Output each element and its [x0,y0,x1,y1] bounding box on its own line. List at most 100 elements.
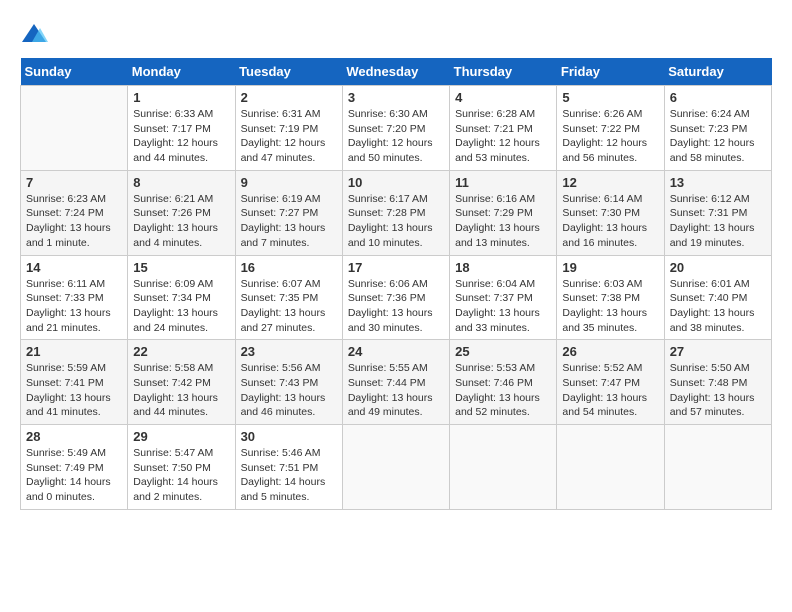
day-number: 6 [670,90,766,105]
calendar-week-row: 21 Sunrise: 5:59 AM Sunset: 7:41 PM Dayl… [21,340,772,425]
calendar-cell: 16 Sunrise: 6:07 AM Sunset: 7:35 PM Dayl… [235,255,342,340]
day-number: 22 [133,344,229,359]
cell-content: Sunrise: 5:56 AM Sunset: 7:43 PM Dayligh… [241,361,337,420]
day-header-tuesday: Tuesday [235,58,342,86]
cell-content: Sunrise: 6:03 AM Sunset: 7:38 PM Dayligh… [562,277,658,336]
cell-content: Sunrise: 5:59 AM Sunset: 7:41 PM Dayligh… [26,361,122,420]
day-number: 19 [562,260,658,275]
cell-content: Sunrise: 6:23 AM Sunset: 7:24 PM Dayligh… [26,192,122,251]
day-header-sunday: Sunday [21,58,128,86]
calendar-cell: 12 Sunrise: 6:14 AM Sunset: 7:30 PM Dayl… [557,170,664,255]
day-number: 10 [348,175,444,190]
calendar-cell: 30 Sunrise: 5:46 AM Sunset: 7:51 PM Dayl… [235,425,342,510]
calendar-week-row: 28 Sunrise: 5:49 AM Sunset: 7:49 PM Dayl… [21,425,772,510]
cell-content: Sunrise: 5:47 AM Sunset: 7:50 PM Dayligh… [133,446,229,505]
day-header-thursday: Thursday [450,58,557,86]
calendar-cell: 13 Sunrise: 6:12 AM Sunset: 7:31 PM Dayl… [664,170,771,255]
calendar-week-row: 7 Sunrise: 6:23 AM Sunset: 7:24 PM Dayli… [21,170,772,255]
calendar-cell: 29 Sunrise: 5:47 AM Sunset: 7:50 PM Dayl… [128,425,235,510]
calendar-cell: 23 Sunrise: 5:56 AM Sunset: 7:43 PM Dayl… [235,340,342,425]
calendar-cell [21,86,128,171]
calendar-cell: 24 Sunrise: 5:55 AM Sunset: 7:44 PM Dayl… [342,340,449,425]
cell-content: Sunrise: 5:49 AM Sunset: 7:49 PM Dayligh… [26,446,122,505]
cell-content: Sunrise: 6:07 AM Sunset: 7:35 PM Dayligh… [241,277,337,336]
day-number: 5 [562,90,658,105]
cell-content: Sunrise: 6:11 AM Sunset: 7:33 PM Dayligh… [26,277,122,336]
calendar-cell: 9 Sunrise: 6:19 AM Sunset: 7:27 PM Dayli… [235,170,342,255]
day-number: 2 [241,90,337,105]
day-number: 21 [26,344,122,359]
day-number: 17 [348,260,444,275]
calendar-cell: 20 Sunrise: 6:01 AM Sunset: 7:40 PM Dayl… [664,255,771,340]
day-number: 20 [670,260,766,275]
day-number: 12 [562,175,658,190]
calendar-cell [342,425,449,510]
day-header-wednesday: Wednesday [342,58,449,86]
cell-content: Sunrise: 6:09 AM Sunset: 7:34 PM Dayligh… [133,277,229,336]
calendar-cell [664,425,771,510]
cell-content: Sunrise: 5:53 AM Sunset: 7:46 PM Dayligh… [455,361,551,420]
day-number: 1 [133,90,229,105]
day-header-saturday: Saturday [664,58,771,86]
day-number: 23 [241,344,337,359]
calendar-cell: 7 Sunrise: 6:23 AM Sunset: 7:24 PM Dayli… [21,170,128,255]
calendar-cell: 6 Sunrise: 6:24 AM Sunset: 7:23 PM Dayli… [664,86,771,171]
day-number: 11 [455,175,551,190]
calendar-cell: 27 Sunrise: 5:50 AM Sunset: 7:48 PM Dayl… [664,340,771,425]
calendar-cell: 2 Sunrise: 6:31 AM Sunset: 7:19 PM Dayli… [235,86,342,171]
logo [20,20,52,48]
calendar-cell: 1 Sunrise: 6:33 AM Sunset: 7:17 PM Dayli… [128,86,235,171]
cell-content: Sunrise: 6:19 AM Sunset: 7:27 PM Dayligh… [241,192,337,251]
page-header [20,20,772,48]
cell-content: Sunrise: 6:01 AM Sunset: 7:40 PM Dayligh… [670,277,766,336]
cell-content: Sunrise: 5:58 AM Sunset: 7:42 PM Dayligh… [133,361,229,420]
cell-content: Sunrise: 6:14 AM Sunset: 7:30 PM Dayligh… [562,192,658,251]
calendar-cell: 14 Sunrise: 6:11 AM Sunset: 7:33 PM Dayl… [21,255,128,340]
calendar-cell: 3 Sunrise: 6:30 AM Sunset: 7:20 PM Dayli… [342,86,449,171]
calendar-table: SundayMondayTuesdayWednesdayThursdayFrid… [20,58,772,510]
day-header-friday: Friday [557,58,664,86]
day-number: 26 [562,344,658,359]
calendar-cell: 11 Sunrise: 6:16 AM Sunset: 7:29 PM Dayl… [450,170,557,255]
cell-content: Sunrise: 5:55 AM Sunset: 7:44 PM Dayligh… [348,361,444,420]
day-number: 16 [241,260,337,275]
calendar-cell: 18 Sunrise: 6:04 AM Sunset: 7:37 PM Dayl… [450,255,557,340]
day-number: 9 [241,175,337,190]
cell-content: Sunrise: 6:06 AM Sunset: 7:36 PM Dayligh… [348,277,444,336]
calendar-header-row: SundayMondayTuesdayWednesdayThursdayFrid… [21,58,772,86]
day-number: 15 [133,260,229,275]
day-number: 13 [670,175,766,190]
calendar-week-row: 1 Sunrise: 6:33 AM Sunset: 7:17 PM Dayli… [21,86,772,171]
day-number: 4 [455,90,551,105]
calendar-cell: 4 Sunrise: 6:28 AM Sunset: 7:21 PM Dayli… [450,86,557,171]
calendar-cell: 19 Sunrise: 6:03 AM Sunset: 7:38 PM Dayl… [557,255,664,340]
calendar-cell: 17 Sunrise: 6:06 AM Sunset: 7:36 PM Dayl… [342,255,449,340]
cell-content: Sunrise: 5:52 AM Sunset: 7:47 PM Dayligh… [562,361,658,420]
calendar-cell: 26 Sunrise: 5:52 AM Sunset: 7:47 PM Dayl… [557,340,664,425]
day-number: 3 [348,90,444,105]
calendar-cell [450,425,557,510]
logo-icon [20,20,48,48]
calendar-cell: 21 Sunrise: 5:59 AM Sunset: 7:41 PM Dayl… [21,340,128,425]
cell-content: Sunrise: 6:26 AM Sunset: 7:22 PM Dayligh… [562,107,658,166]
cell-content: Sunrise: 6:04 AM Sunset: 7:37 PM Dayligh… [455,277,551,336]
day-number: 7 [26,175,122,190]
calendar-cell: 22 Sunrise: 5:58 AM Sunset: 7:42 PM Dayl… [128,340,235,425]
cell-content: Sunrise: 6:16 AM Sunset: 7:29 PM Dayligh… [455,192,551,251]
cell-content: Sunrise: 6:30 AM Sunset: 7:20 PM Dayligh… [348,107,444,166]
day-number: 24 [348,344,444,359]
day-number: 27 [670,344,766,359]
calendar-cell: 8 Sunrise: 6:21 AM Sunset: 7:26 PM Dayli… [128,170,235,255]
calendar-cell: 10 Sunrise: 6:17 AM Sunset: 7:28 PM Dayl… [342,170,449,255]
cell-content: Sunrise: 6:21 AM Sunset: 7:26 PM Dayligh… [133,192,229,251]
cell-content: Sunrise: 6:12 AM Sunset: 7:31 PM Dayligh… [670,192,766,251]
day-number: 14 [26,260,122,275]
cell-content: Sunrise: 6:28 AM Sunset: 7:21 PM Dayligh… [455,107,551,166]
cell-content: Sunrise: 5:50 AM Sunset: 7:48 PM Dayligh… [670,361,766,420]
calendar-cell [557,425,664,510]
day-number: 18 [455,260,551,275]
calendar-cell: 5 Sunrise: 6:26 AM Sunset: 7:22 PM Dayli… [557,86,664,171]
cell-content: Sunrise: 6:31 AM Sunset: 7:19 PM Dayligh… [241,107,337,166]
calendar-cell: 15 Sunrise: 6:09 AM Sunset: 7:34 PM Dayl… [128,255,235,340]
calendar-cell: 28 Sunrise: 5:49 AM Sunset: 7:49 PM Dayl… [21,425,128,510]
